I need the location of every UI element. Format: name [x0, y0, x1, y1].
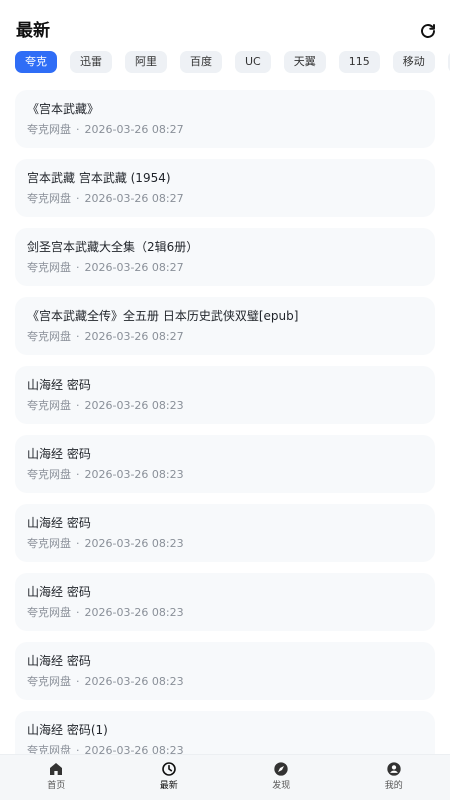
item-source: 夸克网盘 — [27, 606, 71, 619]
list-item[interactable]: 山海经 密码 夸克网盘 · 2026-03-26 08:23 — [15, 435, 435, 493]
item-time: 2026-03-26 08:23 — [84, 675, 184, 688]
item-source: 夸克网盘 — [27, 123, 71, 136]
chip-mobile[interactable]: 移动 — [392, 51, 435, 73]
meta-separator: · — [76, 123, 80, 136]
item-meta: 夸克网盘 · 2026-03-26 08:23 — [27, 467, 184, 483]
item-time: 2026-03-26 08:27 — [84, 330, 184, 343]
item-title: 山海经 密码 — [27, 585, 91, 599]
item-meta: 夸克网盘 · 2026-03-26 08:23 — [27, 398, 184, 414]
item-source: 夸克网盘 — [27, 330, 71, 343]
item-time: 2026-03-26 08:23 — [84, 537, 184, 550]
item-source: 夸克网盘 — [27, 744, 71, 754]
list-item[interactable]: 山海经 密码 夸克网盘 · 2026-03-26 08:23 — [15, 642, 435, 700]
item-title: 剑圣宫本武藏大全集（2辑6册） — [27, 240, 199, 254]
refresh-icon[interactable] — [419, 22, 437, 40]
item-time: 2026-03-26 08:27 — [84, 261, 184, 274]
tab-latest[interactable]: 最新 — [113, 755, 226, 800]
item-meta: 夸克网盘 · 2026-03-26 08:23 — [27, 605, 184, 621]
home-icon — [50, 763, 63, 775]
chip-115[interactable]: 115 — [338, 51, 380, 73]
list-item[interactable]: 《宫本武藏全传》全五册 日本历史武侠双璧[epub] 夸克网盘 · 2026-03-… — [15, 297, 435, 355]
tab-label: 首页 — [47, 781, 66, 791]
meta-separator: · — [76, 744, 80, 754]
user-icon — [387, 762, 401, 776]
list-item[interactable]: 山海经 密码 夸克网盘 · 2026-03-26 08:23 — [15, 573, 435, 631]
item-title: 山海经 密码 — [27, 378, 91, 392]
meta-separator: · — [76, 192, 80, 205]
list-item[interactable]: 山海经 密码(1) 夸克网盘 · 2026-03-26 08:23 — [15, 711, 435, 754]
clock-icon — [161, 762, 176, 776]
item-source: 夸克网盘 — [27, 192, 71, 205]
meta-separator: · — [76, 675, 80, 688]
item-source: 夸克网盘 — [27, 675, 71, 688]
item-title: 《宫本武藏》 — [27, 102, 100, 116]
item-source: 夸克网盘 — [27, 261, 71, 274]
item-time: 2026-03-26 08:23 — [84, 399, 184, 412]
header: 最新 — [0, 0, 450, 46]
item-meta: 夸克网盘 · 2026-03-26 08:27 — [27, 122, 184, 138]
item-meta: 夸克网盘 · 2026-03-26 08:23 — [27, 536, 184, 552]
item-meta: 夸克网盘 · 2026-03-26 08:23 — [27, 674, 184, 690]
item-time: 2026-03-26 08:27 — [84, 192, 184, 205]
compass-icon — [274, 762, 288, 776]
chip-xunlei[interactable]: 迅雷 — [70, 51, 112, 73]
item-meta: 夸克网盘 · 2026-03-26 08:23 — [27, 743, 184, 754]
list-item[interactable]: 山海经 密码 夸克网盘 · 2026-03-26 08:23 — [15, 366, 435, 424]
item-title: 山海经 密码(1) — [27, 723, 108, 737]
item-title: 《宫本武藏全传》全五册 日本历史武侠双璧[epub] — [27, 309, 299, 323]
chip-uc[interactable]: UC — [235, 51, 271, 73]
tab-home[interactable]: 首页 — [0, 755, 113, 800]
item-time: 2026-03-26 08:27 — [84, 123, 184, 136]
item-meta: 夸克网盘 · 2026-03-26 08:27 — [27, 260, 184, 276]
bottom-tab-bar: 首页 最新 发现 我的 — [0, 754, 450, 800]
item-time: 2026-03-26 08:23 — [84, 606, 184, 619]
list-item[interactable]: 《宫本武藏》 夸克网盘 · 2026-03-26 08:27 — [15, 90, 435, 148]
tab-label: 发现 — [272, 781, 291, 791]
meta-separator: · — [76, 261, 80, 274]
resource-list: 《宫本武藏》 夸克网盘 · 2026-03-26 08:27 宫本武藏 宫本武藏 (… — [15, 90, 435, 754]
item-source: 夸克网盘 — [27, 399, 71, 412]
item-meta: 夸克网盘 · 2026-03-26 08:27 — [27, 191, 184, 207]
item-source: 夸克网盘 — [27, 468, 71, 481]
meta-separator: · — [76, 606, 80, 619]
list-item[interactable]: 剑圣宫本武藏大全集（2辑6册） 夸克网盘 · 2026-03-26 08:27 — [15, 228, 435, 286]
provider-filter: 夸克迅雷阿里百度UC天翼115移动123 — [15, 51, 450, 73]
tab-label: 最新 — [159, 781, 178, 791]
item-time: 2026-03-26 08:23 — [84, 468, 184, 481]
meta-separator: · — [76, 330, 80, 343]
tab-discover[interactable]: 发现 — [225, 755, 338, 800]
item-time: 2026-03-26 08:23 — [84, 744, 184, 754]
chip-ali[interactable]: 阿里 — [125, 51, 167, 73]
item-source: 夸克网盘 — [27, 537, 71, 550]
item-title: 山海经 密码 — [27, 516, 91, 530]
list-item[interactable]: 宫本武藏 宫本武藏 (1954) 夸克网盘 · 2026-03-26 08:27 — [15, 159, 435, 217]
chip-tianyi[interactable]: 天翼 — [283, 51, 326, 73]
item-title: 宫本武藏 宫本武藏 (1954) — [27, 171, 171, 185]
item-meta: 夸克网盘 · 2026-03-26 08:27 — [27, 329, 184, 345]
meta-separator: · — [76, 399, 80, 412]
tab-label: 我的 — [384, 781, 403, 791]
meta-separator: · — [76, 537, 80, 550]
item-title: 山海经 密码 — [27, 654, 91, 668]
chip-quark[interactable]: 夸克 — [15, 51, 57, 73]
tab-profile[interactable]: 我的 — [338, 755, 450, 800]
chip-baidu[interactable]: 百度 — [180, 51, 222, 73]
meta-separator: · — [76, 468, 80, 481]
list-item[interactable]: 山海经 密码 夸克网盘 · 2026-03-26 08:23 — [15, 504, 435, 562]
item-title: 山海经 密码 — [27, 447, 91, 461]
page-title: 最新 — [16, 21, 50, 41]
